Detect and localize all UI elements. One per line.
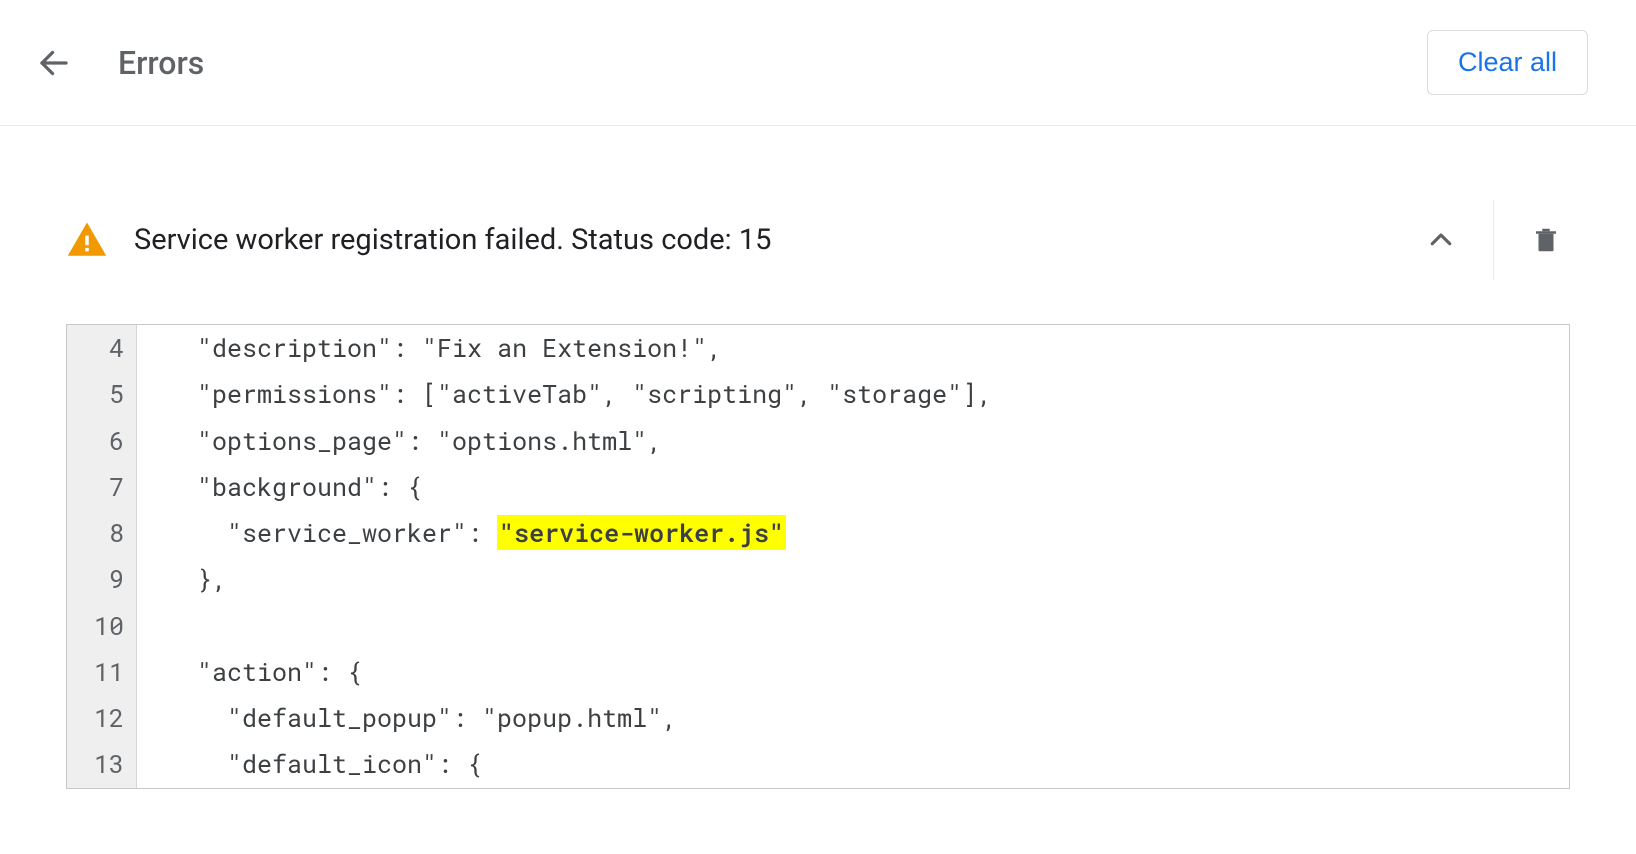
code-line: "description": "Fix an Extension!", [137, 325, 1569, 371]
error-controls [1417, 200, 1570, 280]
code-row: 7 "background": { [67, 464, 1569, 510]
page-title: Errors [118, 44, 1427, 82]
line-number: 11 [67, 649, 137, 695]
code-line: "default_icon": { [137, 741, 1569, 787]
code-line: "permissions": ["activeTab", "scripting"… [137, 371, 1569, 417]
code-line: "service_worker": "service-worker.js" [137, 510, 1569, 556]
code-line [137, 603, 1569, 649]
line-number: 6 [67, 418, 137, 464]
code-row: 5 "permissions": ["activeTab", "scriptin… [67, 371, 1569, 417]
error-header-row: Service worker registration failed. Stat… [66, 186, 1570, 304]
error-message: Service worker registration failed. Stat… [134, 223, 1417, 257]
trash-icon [1531, 225, 1561, 255]
line-number: 9 [67, 556, 137, 602]
code-row: 9 }, [67, 556, 1569, 602]
code-row: 11 "action": { [67, 649, 1569, 695]
warning-icon [66, 219, 108, 261]
arrow-left-icon [36, 45, 72, 81]
line-number: 5 [67, 371, 137, 417]
code-line: }, [137, 556, 1569, 602]
code-line: "background": { [137, 464, 1569, 510]
back-button[interactable] [30, 39, 78, 87]
code-row: 8 "service_worker": "service-worker.js" [67, 510, 1569, 556]
clear-all-button[interactable]: Clear all [1427, 30, 1588, 95]
code-line: "action": { [137, 649, 1569, 695]
code-row: 13 "default_icon": { [67, 741, 1569, 787]
collapse-button[interactable] [1417, 216, 1465, 264]
line-number: 13 [67, 741, 137, 787]
code-row: 6 "options_page": "options.html", [67, 418, 1569, 464]
line-number: 8 [67, 510, 137, 556]
line-number: 12 [67, 695, 137, 741]
highlighted-token: "service-worker.js" [497, 515, 786, 550]
error-panel: Service worker registration failed. Stat… [66, 186, 1570, 789]
code-row: 4 "description": "Fix an Extension!", [67, 325, 1569, 371]
code-snippet: 4 "description": "Fix an Extension!",5 "… [66, 324, 1570, 789]
code-line: "options_page": "options.html", [137, 418, 1569, 464]
code-row: 10 [67, 603, 1569, 649]
line-number: 4 [67, 325, 137, 371]
vertical-divider [1493, 200, 1494, 280]
code-line: "default_popup": "popup.html", [137, 695, 1569, 741]
chevron-up-icon [1426, 225, 1456, 255]
line-number: 10 [67, 603, 137, 649]
code-row: 12 "default_popup": "popup.html", [67, 695, 1569, 741]
delete-error-button[interactable] [1522, 216, 1570, 264]
line-number: 7 [67, 464, 137, 510]
page-header: Errors Clear all [0, 0, 1636, 126]
